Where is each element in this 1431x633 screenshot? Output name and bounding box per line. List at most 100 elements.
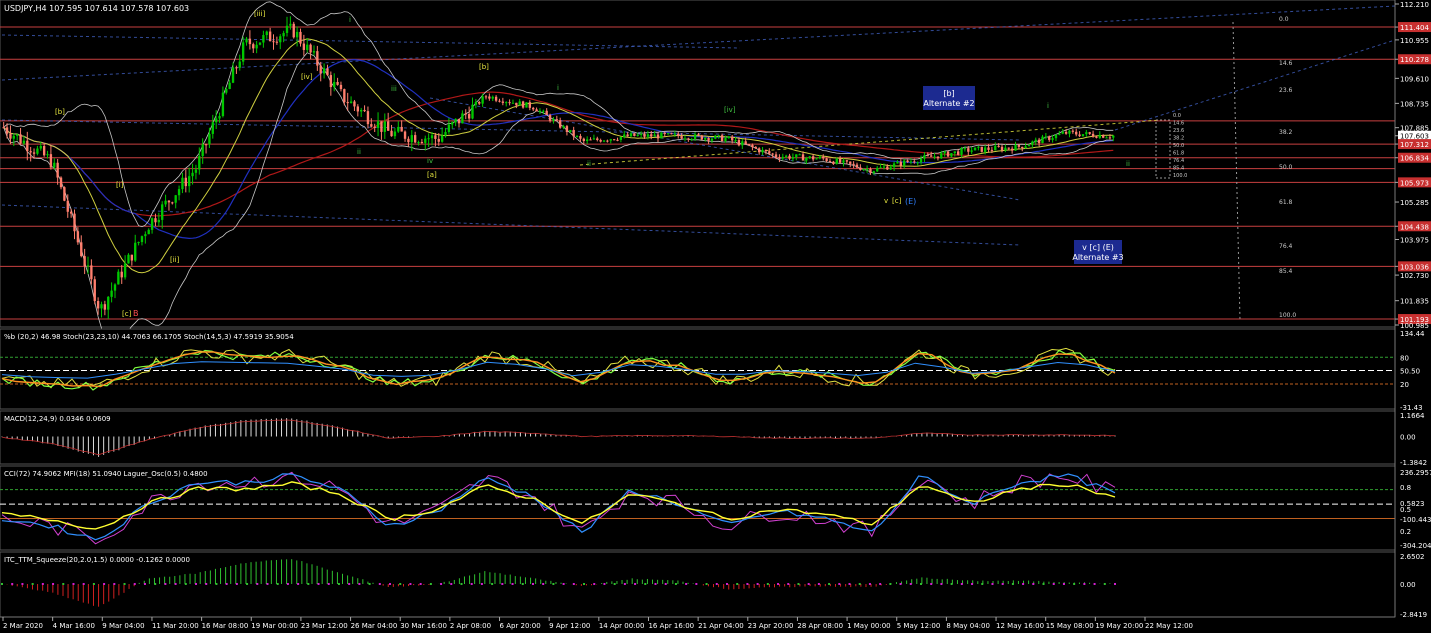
candle-body: [238, 61, 241, 68]
candle-body: [204, 144, 208, 146]
candle-body: [275, 41, 279, 43]
candle-body: [697, 134, 700, 136]
fib-level-label: 38.2: [1279, 129, 1293, 136]
candle-body: [66, 200, 69, 212]
squeeze-dot: [31, 582, 34, 585]
indicator-axis-label: 0.8: [1400, 484, 1411, 492]
candle-body: [596, 138, 599, 141]
candle-body: [879, 167, 882, 169]
squeeze-dot: [164, 582, 167, 585]
candle-body: [720, 135, 724, 142]
squeeze-dot: [511, 582, 514, 585]
candle-body: [1048, 136, 1051, 140]
candle-body: [896, 161, 899, 164]
candle-body: [1037, 139, 1041, 144]
squeeze-dot: [787, 582, 790, 585]
macd-pane[interactable]: MACD(12,24,9) 0.0346 0.0609: [0, 410, 1396, 465]
price-pane-frame: [0, 0, 1396, 328]
time-tick-label: 23 Apr 20:00: [748, 622, 794, 630]
squeeze-dot: [521, 582, 524, 585]
time-tick-label: 19 Mar 00:00: [251, 622, 298, 630]
candle-body: [1054, 134, 1058, 139]
candle-body: [1112, 135, 1115, 138]
candle-body: [407, 138, 410, 143]
candle-body: [764, 149, 768, 152]
candle-body: [410, 135, 413, 143]
candle-body: [140, 236, 144, 243]
candle-body: [413, 135, 417, 143]
candle-body: [117, 271, 120, 285]
candle-body: [815, 158, 818, 160]
price-tick-label: 110.955: [1400, 37, 1429, 45]
candle-body: [130, 254, 134, 261]
wave-label: i: [1047, 102, 1049, 110]
squeeze-pane[interactable]: ITC_TTM_Squeeze(20,2.0,1.5) 0.0000 -0.12…: [0, 551, 1396, 618]
candle-body: [19, 134, 22, 144]
candle-body: [228, 82, 231, 90]
wave-label: [a]: [427, 171, 437, 179]
candle-body: [235, 67, 238, 69]
cci-pane-frame: [0, 465, 1396, 551]
candle-body: [889, 167, 892, 170]
price-tick-label: 103.036: [1400, 263, 1429, 271]
time-tick-label: 16 Mar 08:00: [202, 622, 249, 630]
indicator-axis-label: -2.8419: [1400, 611, 1427, 619]
candle-body: [1085, 132, 1088, 135]
candle-body: [29, 151, 32, 153]
candle-body: [484, 96, 488, 98]
squeeze-dot: [225, 582, 228, 585]
price-pane[interactable]: [iii][iv][b][a][b][i][ii][c]iiiiiiviiii[…: [0, 0, 1396, 347]
squeeze-dot: [715, 582, 718, 585]
alt2-wave: [b]: [943, 89, 954, 98]
stochastic-pane[interactable]: %b (20,2) 46.98 Stoch(23,23,10) 44.7063 …: [0, 328, 1396, 410]
squeeze-dot: [266, 582, 269, 585]
candle-body: [26, 140, 29, 152]
candle-body: [960, 148, 963, 155]
candle-body: [329, 75, 333, 88]
squeeze-dot: [960, 582, 963, 585]
candle-body: [575, 135, 579, 137]
candle-body: [400, 126, 403, 132]
candle-body: [42, 146, 46, 156]
price-tick-label: 112.210: [1400, 1, 1429, 9]
squeeze-dot: [756, 582, 759, 585]
candle-body: [80, 242, 83, 257]
candle-body: [1091, 133, 1095, 137]
cci-pane[interactable]: CCI(72) 74.9062 MFI(18) 51.0940 Laguer_O…: [0, 465, 1396, 551]
candle-body: [32, 152, 36, 154]
squeeze-dot: [940, 582, 943, 585]
squeeze-dot: [1011, 582, 1014, 585]
candle-body: [366, 111, 370, 125]
indicator-axis-label: 134.44: [1400, 330, 1425, 338]
squeeze-dot: [777, 582, 780, 585]
candle-body: [285, 25, 289, 33]
candle-body: [1014, 144, 1017, 151]
candle-body: [420, 141, 424, 143]
squeeze-dot: [623, 582, 626, 585]
candle-body: [1004, 147, 1007, 151]
candle-body: [555, 119, 558, 121]
candle-body: [643, 134, 646, 137]
candle-body: [633, 133, 636, 136]
candle-body: [997, 145, 1000, 147]
candle-body: [663, 132, 666, 135]
candle-body: [855, 164, 859, 168]
candle-body: [832, 161, 835, 164]
squeeze-dot: [930, 582, 933, 585]
alternate-3-label: v [c] (E) Alternate #3: [1072, 240, 1124, 264]
candle-body: [1027, 144, 1031, 147]
candle-body: [653, 134, 656, 137]
candle-body: [818, 156, 822, 159]
squeeze-dot: [72, 582, 75, 585]
candle-body: [1010, 148, 1014, 151]
candle-body: [268, 31, 272, 42]
candle-body: [768, 151, 771, 154]
candle-body: [727, 136, 731, 139]
candle-body: [795, 154, 798, 158]
fib-mini-label: 50.0: [1173, 143, 1184, 149]
candle-body: [673, 133, 677, 135]
squeeze-dot: [828, 582, 831, 585]
fib-mini-label: 38.2: [1173, 136, 1184, 142]
stochastic-title: %b (20,2) 46.98 Stoch(23,23,10) 44.7063 …: [4, 333, 294, 341]
trading-chart[interactable]: [iii][iv][b][a][b][i][ii][c]iiiiiiviiii[…: [0, 0, 1431, 633]
